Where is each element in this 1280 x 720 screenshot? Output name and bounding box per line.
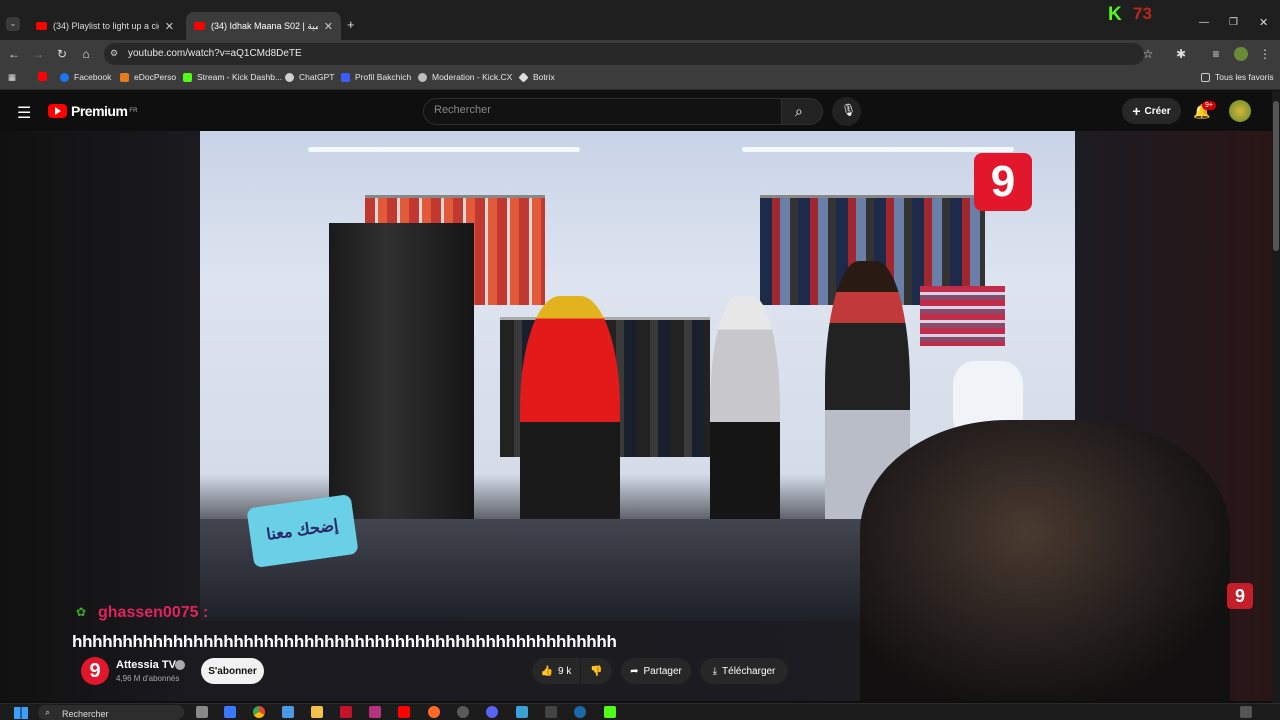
scrollbar-thumb[interactable] (1273, 101, 1279, 251)
youtube-taskbar-icon[interactable] (398, 706, 410, 718)
download-button[interactable]: ⤓ Télécharger (700, 658, 788, 684)
thumbs-down-icon: 👎 (590, 665, 603, 677)
all-bookmarks-folder[interactable]: Tous les favoris (1201, 72, 1274, 82)
page-scrollbar[interactable] (1272, 91, 1280, 703)
windows-taskbar (0, 703, 1280, 720)
streamer-webcam-overlay (860, 420, 1230, 701)
ceiling-light (308, 147, 580, 152)
weed-leaf-icon: ✿ (76, 605, 87, 619)
bookmark-edocperso[interactable]: eDocPerso (120, 72, 176, 82)
viewer-count: 73 (1133, 4, 1152, 23)
taskbar-app-icon[interactable] (369, 706, 381, 718)
channel-9-logo: 9 (974, 153, 1032, 211)
create-button[interactable]: + Créer (1122, 98, 1181, 124)
windows-start-icon[interactable] (14, 707, 28, 719)
bookmark-moderation[interactable]: Moderation - Kick.CX (418, 72, 512, 82)
channel-avatar[interactable]: 9 (81, 657, 109, 685)
share-arrow-icon: ➦ (630, 665, 639, 677)
browser-tab-bar: ⌄ (34) Playlist to light up a cigare ✕ (… (0, 0, 1280, 40)
region-code: FR (129, 108, 138, 114)
chrome-taskbar-icon[interactable] (253, 706, 265, 718)
webcam-channel-9-logo: 9 (1227, 583, 1253, 609)
bookmark-bakchich[interactable]: Profil Bakchich (341, 72, 411, 82)
tab-title: (34) Idhak Maana S02 | العجمية (211, 20, 318, 31)
plus-icon: + (1132, 103, 1141, 119)
steam-taskbar-icon[interactable] (574, 706, 586, 718)
close-icon[interactable]: ✕ (165, 20, 174, 33)
voice-search-button[interactable]: 🎙 (832, 97, 861, 126)
tab-search-icon[interactable]: ⌄ (6, 17, 20, 31)
forward-arrow-icon[interactable]: → (30, 46, 46, 62)
minimize-icon[interactable]: — (1199, 17, 1209, 28)
taskbar-app-icon[interactable] (457, 706, 469, 718)
taskbar-app-icon[interactable] (282, 706, 294, 718)
taskbar-search-placeholder: Rechercher (62, 709, 109, 719)
extensions-icon[interactable]: ✱ (1173, 46, 1189, 62)
account-avatar[interactable] (1229, 100, 1251, 122)
taskbar-app-icon[interactable] (428, 706, 440, 718)
tab-title: (34) Playlist to light up a cigare (53, 21, 159, 31)
chat-username: ghassen0075 : (98, 604, 209, 621)
ceiling-light (742, 147, 1014, 152)
taskbar-app-icon[interactable] (604, 706, 616, 718)
download-icon: ⤓ (712, 665, 718, 677)
site-info-icon[interactable]: ⚙ (110, 48, 118, 59)
subscriber-count: 4,96 M d'abonnés (116, 674, 180, 683)
taskbar-tray-icon[interactable] (1240, 706, 1252, 718)
bookmark-facebook[interactable]: Facebook (60, 72, 111, 82)
dislike-button[interactable]: 👎 (581, 658, 612, 684)
back-arrow-icon[interactable]: ← (6, 46, 22, 62)
home-icon[interactable]: ⌂ (78, 46, 94, 62)
taskbar-search-icon: ⌕ (45, 707, 51, 717)
verified-badge-icon (175, 660, 185, 670)
share-button[interactable]: ➦ Partager (621, 658, 691, 684)
profile-avatar[interactable] (1234, 47, 1248, 61)
close-icon[interactable]: ✕ (324, 20, 333, 33)
maximize-icon[interactable]: ❐ (1229, 17, 1238, 28)
taskbar-app-icon[interactable] (224, 706, 236, 718)
discord-taskbar-icon[interactable] (486, 706, 498, 718)
browser-tab[interactable]: (34) Playlist to light up a cigare ✕ (28, 12, 182, 40)
like-button[interactable]: 👍 9 k (532, 658, 580, 684)
bookmark-chatgpt[interactable]: ChatGPT (285, 72, 334, 82)
chat-message-overlay: hhhhhhhhhhhhhhhhhhhhhhhhhhhhhhhhhhhhhhhh… (72, 632, 617, 651)
youtube-play-icon (48, 104, 67, 118)
youtube-premium-text: Premium (71, 103, 128, 119)
search-icon: ⌕ (795, 103, 803, 119)
youtube-favicon-icon (194, 22, 205, 30)
new-tab-icon[interactable]: + (347, 17, 355, 32)
thumbs-up-icon: 👍 (540, 665, 554, 677)
microphone-icon: 🎙 (841, 103, 857, 117)
reload-icon[interactable]: ↻ (54, 46, 70, 62)
search-button[interactable]: ⌕ (781, 98, 823, 125)
bookmark-youtube-icon[interactable] (38, 72, 52, 81)
taskbar-app-icon[interactable] (545, 706, 557, 718)
youtube-logo[interactable]: Premium FR (48, 103, 137, 119)
taskbar-app-icon[interactable] (340, 706, 352, 718)
notification-badge: 9+ (1202, 101, 1216, 110)
media-control-icon[interactable]: ≡ (1208, 46, 1224, 62)
file-explorer-icon[interactable] (311, 706, 323, 718)
bookmark-botrix[interactable]: Botrix (518, 71, 555, 83)
hamburger-menu-icon[interactable]: ☰ (17, 103, 31, 123)
folded-clothes-shelf (920, 286, 1005, 346)
menu-dots-icon[interactable]: ⋮ (1257, 46, 1273, 62)
channel-name[interactable]: Attessia TV (116, 659, 176, 671)
window-close-icon[interactable]: ✕ (1259, 16, 1268, 29)
search-placeholder: Rechercher (434, 104, 491, 116)
youtube-favicon-icon (36, 22, 47, 30)
apps-grid-icon[interactable]: ▦ (8, 72, 16, 83)
taskbar-app-icon[interactable] (516, 706, 528, 718)
bookmark-kick-dashboard[interactable]: Stream - Kick Dashb... (183, 72, 282, 82)
subscribe-button[interactable]: S'abonner (201, 658, 264, 684)
browser-tab-active[interactable]: (34) Idhak Maana S02 | العجمية ✕ (186, 12, 341, 40)
taskbar-app-icon[interactable] (196, 706, 208, 718)
address-bar-text[interactable]: youtube.com/watch?v=aQ1CMd8DeTE (128, 48, 302, 59)
taskbar-search[interactable] (38, 705, 184, 720)
kick-logo: K (1108, 4, 1122, 25)
